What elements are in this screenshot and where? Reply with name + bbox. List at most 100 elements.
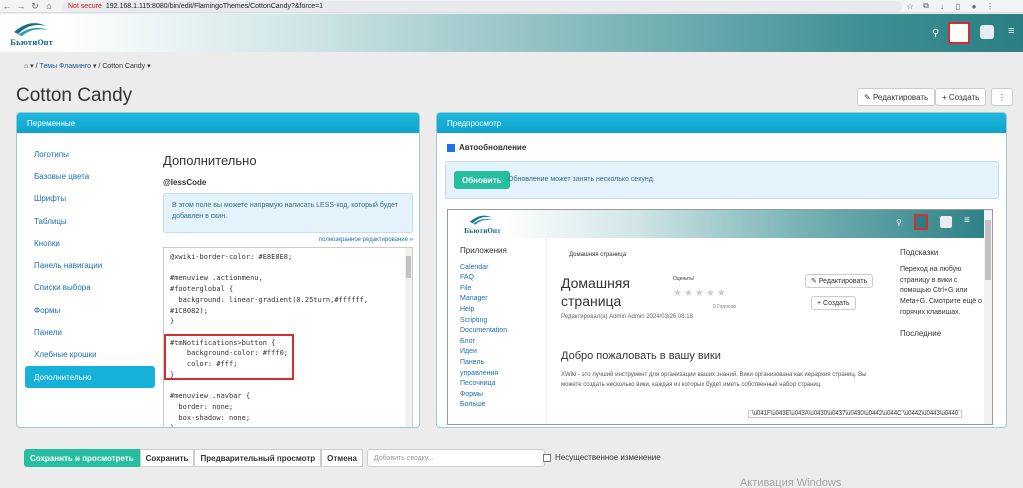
app-calendar[interactable]: Calendar [460,263,544,274]
breadcrumb-themes[interactable]: Темы Фламинго [40,63,92,70]
logo[interactable]: БьютиОпт [10,18,60,48]
preview-button[interactable]: Предварительный просмотр [194,449,322,467]
code-scroll-thumb[interactable] [406,256,411,278]
home-icon[interactable]: ⌂ [42,1,56,11]
preview-breadcrumb[interactable]: Домашняя страница [569,252,626,258]
field-hint: В этом поле вы можете напрямую написать … [163,193,413,233]
preview-notifications-button[interactable] [914,214,928,230]
preview-edit-label: Редактировать [818,277,868,285]
app-documentation[interactable]: Documentation [460,326,544,337]
preview-menu-icon[interactable]: ≡ [964,215,970,226]
sidebar-item-logos[interactable]: Логотипы [25,143,155,165]
save-button[interactable]: Сохранить [139,449,195,467]
app-more[interactable]: Больше [460,400,544,411]
sidebar-item-fonts[interactable]: Шрифты [25,188,155,210]
edit-button[interactable]: ✎ Редактировать [857,88,936,106]
preview-frame: БьютиОпт ⚲ ≡ Приложения Calendar FAQ Fil… [447,209,993,425]
action-bar: Сохранить и просмотреть Сохранить Предва… [24,449,545,467]
app-faq[interactable]: FAQ [460,273,544,284]
address-bar[interactable]: Not secure 192.168.1.115:8080/bin/edit/F… [62,0,902,12]
extensions-icon[interactable]: ⧉ [918,1,934,11]
sidebar-item-tables[interactable]: Таблицы [25,210,155,232]
app-help[interactable]: Help [460,305,544,316]
tour-tooltip: \u041F\u043E\u043A\u0430\u0437\u0430\u04… [748,410,963,418]
download-icon[interactable]: ↓ [934,2,950,11]
preview-edit-button[interactable]: ✎ Редактировать [805,274,874,288]
sidebar-item-dropdowns[interactable]: Списки выбора [25,277,155,299]
rate-label: Оценить! [673,276,695,282]
sidebar-item-base-colors[interactable]: Базовые цвета [25,165,155,187]
sidebar-item-advanced[interactable]: Дополнительно [25,365,155,389]
logo-icon [14,23,48,36]
tips-title: Подсказки [900,248,939,257]
url-text: 192.168.1.115:8080/bin/edit/FlamingoThem… [105,2,324,10]
avatar[interactable] [980,25,994,39]
preview-search-icon[interactable]: ⚲ [896,218,902,227]
app-scripting[interactable]: Scripting [460,316,544,327]
rating-stars[interactable]: ★★★★★ [673,288,728,299]
bookmark-icon[interactable]: ☆ [902,2,918,11]
search-icon[interactable]: ⚲ [932,28,939,39]
preview-avatar[interactable] [940,216,952,228]
save-and-view-button[interactable]: Сохранить и просмотреть [24,449,140,467]
preview-edited-by: Редактировал(а) Admin Admin 2024/03/26 0… [561,314,693,320]
back-icon[interactable]: ← [0,1,14,11]
menu-icon[interactable]: ≡ [1008,25,1014,37]
sidepanel-icon[interactable]: ▯ [950,2,966,11]
preview-apps-panel: Приложения Calendar FAQ File Manager Hel… [460,246,544,411]
app-manager[interactable]: Manager [460,294,544,305]
more-actions-button[interactable]: ⋮ [991,88,1013,106]
browser-menu-icon[interactable]: ⋮ [982,2,998,11]
minor-edit[interactable]: Несущественное изменение [543,453,661,462]
app-file[interactable]: File [460,284,544,295]
preview-panel: Предпросмотр Автообновление Обновить Обн… [436,112,1007,428]
forward-icon[interactable]: → [14,1,28,11]
field-label: @lessCode [163,178,207,187]
variables-panel-title: Переменные [17,113,419,133]
less-code-editor[interactable]: @xwiki-border-color: #E8E8E8; #menuview … [163,247,413,427]
sidebar-item-breadcrumbs[interactable]: Хлебные крошки [25,344,155,366]
page-title: Cotton Candy [16,85,133,106]
minor-edit-label: Несущественное изменение [555,453,661,462]
windows-activation-watermark: Активация Windows [740,477,842,488]
preview-scrollbar[interactable] [984,210,992,424]
preview-create-button[interactable]: + Создать [811,296,856,310]
home-crumb-icon[interactable]: ⌂ ▾ [24,63,34,70]
notifications-button[interactable] [948,22,970,44]
refresh-note: Обновление может занять несколько секунд… [508,176,655,183]
preview-scroll-thumb[interactable] [985,220,991,280]
sidebar-item-navbar[interactable]: Панель навигации [25,254,155,276]
auto-refresh[interactable]: Автообновление [447,143,526,152]
welcome-heading: Добро пожаловать в вашу вики [561,350,721,362]
profile-icon[interactable]: ● [966,2,982,11]
advanced-section: Дополнительно @lessCode В этом поле вы м… [163,153,413,427]
votes-count: 0 Голосов [713,304,736,310]
sidebar-item-panels[interactable]: Панели [25,321,155,343]
app-admin[interactable]: управления [460,369,544,380]
app-ideas[interactable]: Идеи [460,347,544,358]
preview-right-panels: Подсказки Переход на любую страницу в ви… [900,238,982,346]
app-forms[interactable]: Формы [460,390,544,401]
cancel-button[interactable]: Отмена [321,449,363,467]
reload-icon[interactable]: ↻ [28,1,42,12]
edit-label: Редактировать [872,92,929,102]
code-scrollbar[interactable] [405,248,412,427]
sidebar-item-buttons[interactable]: Кнопки [25,232,155,254]
auto-refresh-label: Автообновление [459,143,527,152]
top-navbar: БьютиОпт ⚲ ≡ [0,14,1023,52]
summary-input[interactable]: Добавить сводку... [366,449,545,467]
refresh-button[interactable]: Обновить [454,171,510,189]
preview-create-label: Создать [823,299,850,307]
sidebar-item-forms[interactable]: Формы [25,299,155,321]
app-sandbox[interactable]: Песочница [460,379,544,390]
auto-refresh-checkbox[interactable] [447,143,455,152]
minor-edit-checkbox[interactable] [543,453,551,462]
recent-title: Последние [900,328,942,338]
breadcrumb: ⌂ ▾ / Темы Фламинго ▾ / Cotton Candy ▾ [24,63,151,70]
breadcrumb-current[interactable]: Cotton Candy [102,63,145,70]
fullscreen-link[interactable]: полноэкранное редактирование » [163,237,413,243]
create-button[interactable]: + Создать [935,88,987,106]
app-blog[interactable]: Блог [460,337,544,348]
app-panel[interactable]: Панель [460,358,544,369]
refresh-box: Обновить Обновление может занять несколь… [445,161,999,199]
